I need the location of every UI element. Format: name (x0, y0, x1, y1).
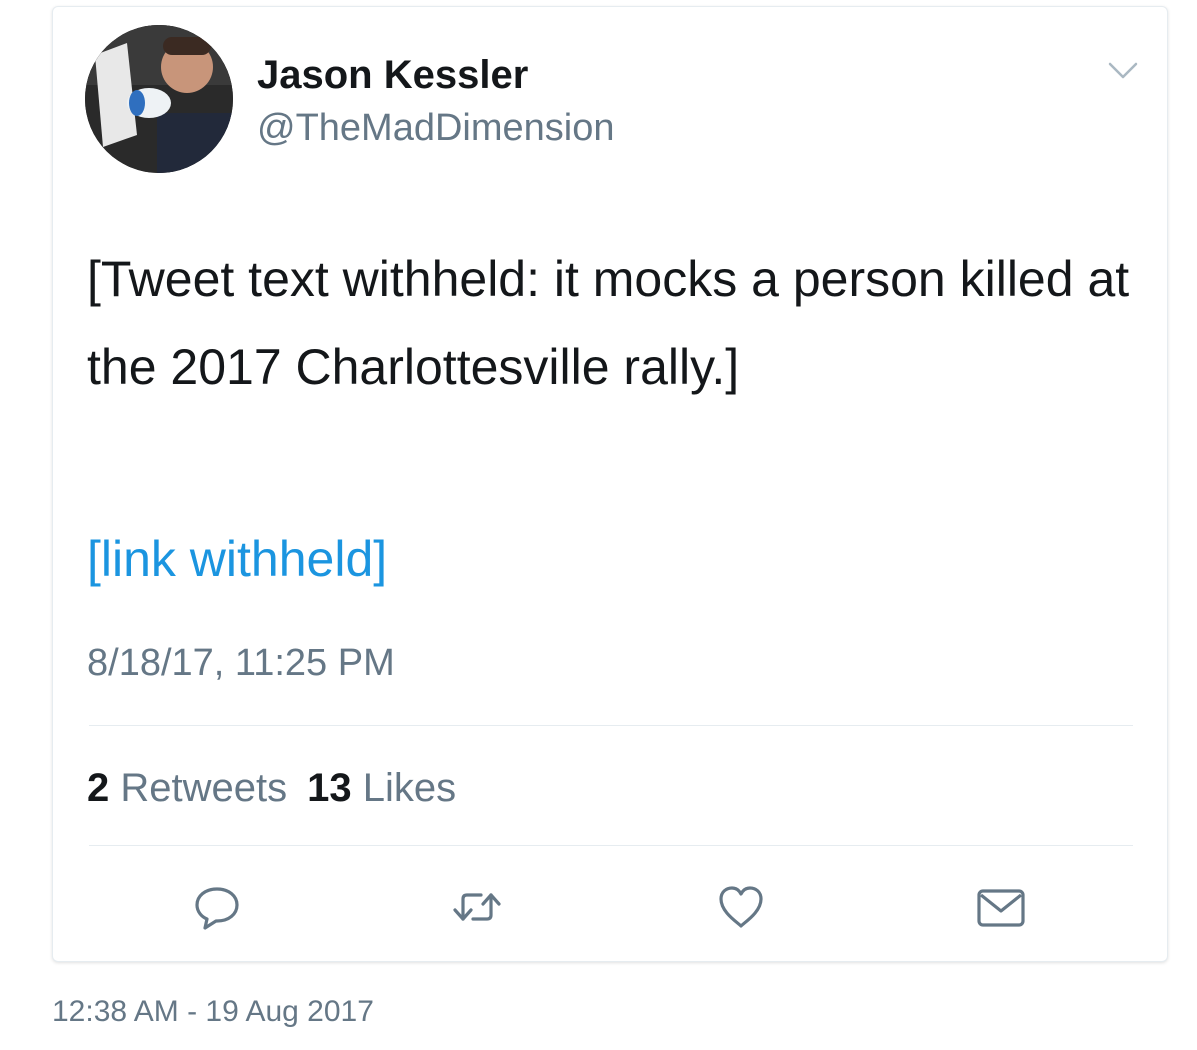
retweet-button[interactable] (449, 879, 505, 935)
reply-button[interactable] (189, 879, 245, 935)
likes-stat[interactable]: 13 Likes (307, 766, 456, 810)
tweet-timestamp[interactable]: 8/18/17, 11:25 PM (87, 639, 395, 687)
tweet-text: [Tweet text withheld: it mocks a person … (87, 251, 1130, 395)
tweet-card: Jason Kessler @TheMadDimension [Tweet te… (52, 6, 1168, 962)
user-handle[interactable]: @TheMadDimension (257, 105, 615, 151)
likes-label: Likes (362, 766, 457, 810)
envelope-icon (977, 889, 1025, 927)
tweet-link[interactable]: [link withheld] (87, 527, 1137, 591)
heart-icon (719, 886, 763, 928)
divider (89, 725, 1133, 726)
chevron-down-icon[interactable] (1107, 59, 1139, 83)
avatar-image (85, 25, 233, 173)
tweet-stats: 2 Retweets 13 Likes (87, 763, 456, 813)
display-name[interactable]: Jason Kessler (257, 51, 528, 99)
likes-count: 13 (307, 766, 352, 810)
capture-timestamp: 12:38 AM - 19 Aug 2017 (52, 995, 374, 1028)
retweet-icon (453, 893, 501, 921)
retweets-stat[interactable]: 2 Retweets (87, 766, 287, 810)
divider (89, 845, 1133, 846)
message-button[interactable] (973, 879, 1029, 935)
reply-icon (195, 887, 239, 930)
avatar[interactable] (85, 25, 233, 173)
retweets-label: Retweets (120, 766, 288, 810)
like-button[interactable] (713, 879, 769, 935)
retweets-count: 2 (87, 766, 110, 810)
